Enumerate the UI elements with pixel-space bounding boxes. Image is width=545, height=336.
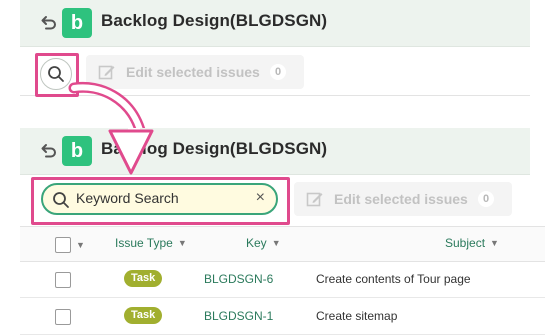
column-header-key[interactable]: Key ▼ <box>246 236 281 250</box>
edit-icon <box>306 192 323 207</box>
row-checkbox[interactable] <box>55 309 71 325</box>
select-menu-caret-icon[interactable]: ▼ <box>76 238 85 252</box>
issue-subject[interactable]: Create contents of Tour page <box>316 272 471 286</box>
row-checkbox[interactable] <box>55 272 71 288</box>
issue-type-badge: Task <box>124 307 163 324</box>
edit-selected-issues-label: Edit selected issues <box>334 191 468 207</box>
select-all-checkbox[interactable] <box>55 237 71 253</box>
column-header-issue-type[interactable]: Issue Type ▼ <box>115 236 187 250</box>
edit-selected-issues-button[interactable]: Edit selected issues 0 <box>294 182 512 216</box>
sort-caret-icon: ▼ <box>490 238 499 248</box>
search-field-highlight <box>31 177 290 225</box>
selected-count-badge: 0 <box>478 191 494 207</box>
issue-table-header: ▼ Issue Type ▼ Key ▼ Subject ▼ <box>20 226 545 262</box>
issue-key-link[interactable]: BLGDSGN-6 <box>204 272 273 286</box>
column-header-subject[interactable]: Subject ▼ <box>445 236 499 250</box>
sort-caret-icon: ▼ <box>271 238 281 248</box>
table-row[interactable]: Task BLGDSGN-6 Create contents of Tour p… <box>20 261 545 298</box>
table-row[interactable]: Task BLGDSGN-1 Create sitemap <box>20 298 545 335</box>
issue-key-link[interactable]: BLGDSGN-1 <box>204 309 273 323</box>
issue-type-badge: Task <box>124 270 163 287</box>
issue-subject[interactable]: Create sitemap <box>316 309 397 323</box>
sort-caret-icon: ▼ <box>177 238 187 248</box>
